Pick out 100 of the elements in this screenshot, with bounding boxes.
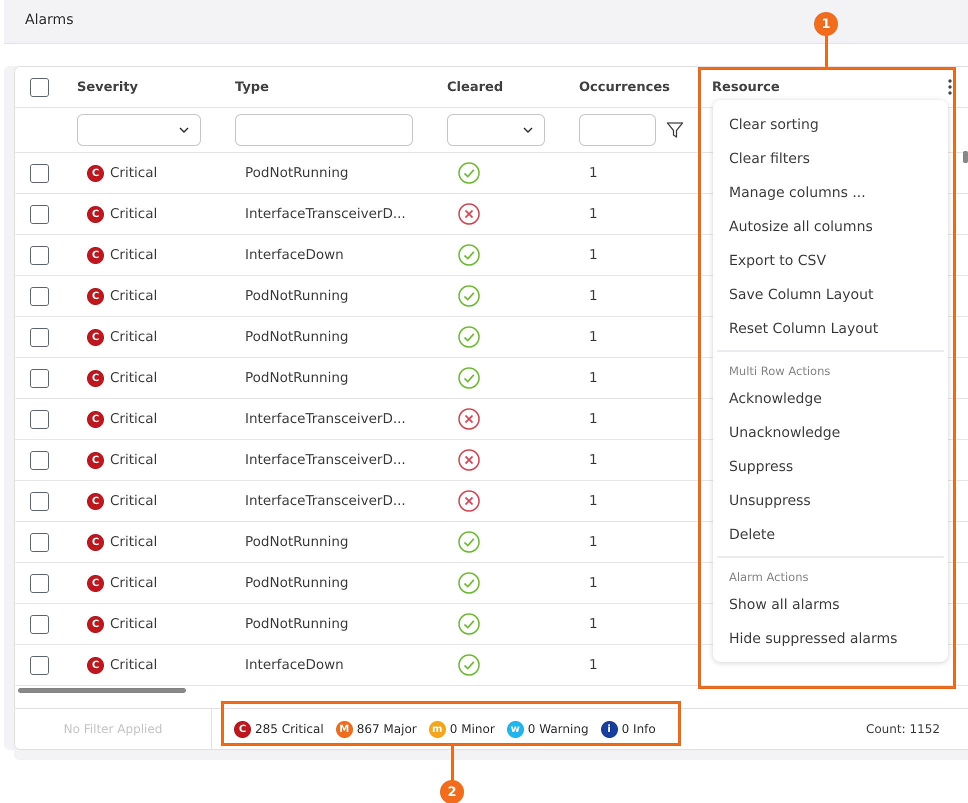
checkbox[interactable]	[30, 246, 48, 264]
menu-item[interactable]: Export to CSV	[713, 244, 948, 278]
table-cell: InterfaceTransceiverD...	[245, 452, 406, 468]
severity-label: Critical	[110, 329, 158, 345]
table-cell: 1	[589, 534, 598, 550]
severity-badge: C	[87, 452, 104, 468]
menu-item[interactable]: Autosize all columns	[713, 210, 948, 244]
checkbox[interactable]	[30, 614, 48, 634]
column-header[interactable]: Resource	[712, 80, 780, 94]
severity-badge: w	[506, 720, 524, 738]
severity-badge: C	[87, 328, 104, 346]
severity-badge: C	[87, 492, 104, 510]
table-cell: 1	[589, 206, 598, 222]
severity-badge: C	[87, 656, 104, 674]
filter-field[interactable]	[579, 114, 656, 146]
menu-item[interactable]: Save Column Layout	[713, 278, 948, 312]
menu-item[interactable]: Clear filters	[713, 142, 948, 176]
table-cell: PodNotRunning	[245, 165, 348, 181]
checkbox[interactable]	[30, 286, 48, 306]
severity-badge: C	[87, 164, 104, 182]
severity-count: 285 Critical	[255, 722, 324, 736]
table-cell: PodNotRunning	[245, 370, 348, 386]
table-cell: 1	[589, 247, 598, 263]
severity-label: Critical	[110, 657, 158, 673]
table-cell: 1	[589, 165, 598, 181]
table-cell: 1	[589, 370, 598, 386]
severity-count: 867 Major	[356, 722, 417, 736]
menu-item[interactable]: Show all alarms	[713, 588, 944, 622]
severity-label: Critical	[110, 206, 158, 222]
table-cell: 1	[589, 493, 598, 509]
table-cell: 1	[589, 575, 598, 591]
checkbox[interactable]	[30, 164, 48, 182]
menu-heading: Alarm Actions	[728, 569, 810, 586]
menu-item[interactable]: Clear sorting	[713, 108, 948, 142]
filter-icon	[666, 121, 684, 139]
table-cell: 1	[589, 288, 598, 304]
checkbox[interactable]	[30, 574, 48, 592]
severity-badge: C	[87, 206, 104, 222]
checkbox[interactable]	[30, 492, 48, 510]
table-cell: 1	[589, 411, 598, 427]
table-cell: PodNotRunning	[245, 329, 348, 345]
column-header[interactable]: Type	[235, 80, 269, 94]
severity-count: 0 Minor	[450, 722, 495, 736]
column-header[interactable]: Occurrences	[579, 80, 670, 94]
severity-label: Critical	[110, 452, 158, 468]
scrollbar-thumb[interactable]	[18, 688, 186, 693]
severity-label: Critical	[110, 534, 158, 550]
menu-item[interactable]: Manage columns ...	[713, 176, 948, 210]
checkbox[interactable]	[30, 204, 48, 224]
table-cell: 1	[589, 452, 598, 468]
column-header[interactable]: Cleared	[447, 80, 504, 94]
checkbox[interactable]	[30, 532, 48, 552]
table-cell: InterfaceDown	[245, 247, 344, 263]
severity-badge: C	[87, 288, 104, 304]
severity-badge: C	[87, 534, 104, 550]
severity-count: 0 Info	[622, 722, 656, 736]
menu-item[interactable]: Acknowledge	[713, 382, 944, 416]
table-cell: InterfaceTransceiverD...	[245, 493, 406, 509]
menu-item[interactable]: Hide suppressed alarms	[713, 622, 944, 656]
severity-badge: M	[336, 720, 353, 738]
table-cell: PodNotRunning	[245, 575, 348, 591]
menu-item[interactable]: Unacknowledge	[713, 416, 944, 450]
table-cell: PodNotRunning	[245, 288, 348, 304]
checkbox[interactable]	[30, 410, 48, 428]
checkbox[interactable]	[30, 656, 48, 674]
row-count: Count: 1152	[866, 722, 940, 736]
column-header[interactable]: Severity	[77, 80, 138, 94]
severity-badge: C	[87, 410, 104, 428]
severity-label: Critical	[110, 493, 158, 509]
table-cell: InterfaceTransceiverD...	[245, 206, 406, 222]
checkbox[interactable]	[30, 328, 48, 346]
severity-label: Critical	[110, 370, 158, 386]
checkbox[interactable]	[30, 78, 48, 96]
severity-badge: C	[234, 720, 251, 738]
table-cell: 1	[589, 329, 598, 345]
severity-label: Critical	[110, 616, 158, 632]
scrollbar-thumb[interactable]	[963, 151, 968, 163]
severity-badge: m	[428, 720, 446, 738]
menu-item[interactable]: Reset Column Layout	[713, 312, 948, 346]
table-cell: PodNotRunning	[245, 534, 348, 550]
filter-status: No Filter Applied	[64, 722, 162, 736]
callout-number: 2	[440, 780, 464, 803]
severity-label: Critical	[110, 165, 158, 181]
severity-count: 0 Warning	[528, 722, 589, 736]
checkbox[interactable]	[30, 368, 48, 388]
menu-item[interactable]: Unsuppress	[713, 484, 944, 518]
menu-item[interactable]: Suppress	[713, 450, 944, 484]
page-title: Alarms	[25, 12, 74, 28]
filter-field[interactable]	[235, 114, 413, 146]
menu-item[interactable]: Delete	[713, 518, 944, 552]
severity-label: Critical	[110, 575, 158, 591]
severity-label: Critical	[110, 247, 158, 263]
menu-heading: Multi Row Actions	[728, 363, 832, 380]
severity-badge: C	[87, 616, 104, 632]
severity-badge: C	[87, 370, 104, 386]
severity-label: Critical	[110, 411, 158, 427]
more-icon	[947, 79, 953, 95]
table-cell: InterfaceDown	[245, 657, 344, 673]
checkbox[interactable]	[30, 450, 48, 470]
severity-label: Critical	[110, 288, 158, 304]
